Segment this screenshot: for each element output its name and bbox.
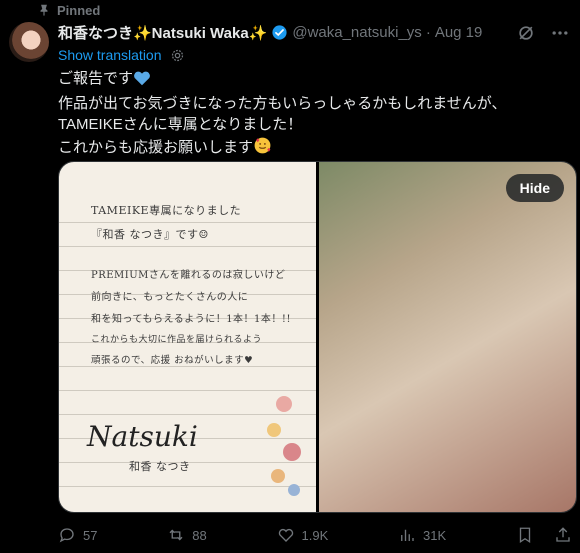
note-line-6: これからも大切に作品を届けられるよう: [91, 335, 263, 345]
signature-kana: 和香 なつき: [129, 460, 191, 473]
handle[interactable]: @waka_natsuki_ys: [292, 24, 421, 41]
pinned-indicator: Pinned: [37, 2, 100, 18]
note-line-5: 和を知ってもらえるように！1本！1本！!!: [91, 314, 291, 325]
settings-gear-icon[interactable]: [170, 48, 185, 63]
note-line-2: 『和香 なつき』です☺: [91, 228, 209, 241]
translation-row: Show translation: [58, 47, 185, 63]
views-chart-icon: [401, 529, 414, 541]
signature: Natsuki: [87, 420, 198, 453]
blue-heart-icon: [133, 70, 151, 93]
like-button[interactable]: 1.9K: [277, 526, 329, 544]
action-bar: 57 88 1.9K 31K: [58, 524, 572, 546]
floral-decoration-icon: [267, 396, 301, 496]
post-line-4: これからも応援お願いします: [58, 138, 254, 156]
post-header: 和香なつき✨Natsuki Waka✨ @waka_natsuki_ys · A…: [58, 22, 540, 42]
photo-image[interactable]: Hide: [319, 162, 576, 512]
note-line-7: 頑張るので、応援 おねがいします♥: [91, 355, 254, 366]
reply-button[interactable]: 57: [58, 526, 97, 544]
reply-icon: [59, 528, 74, 543]
post-line-1: ご報告です: [58, 70, 134, 87]
view-count: 31K: [423, 527, 447, 543]
post-text: ご報告です 作品が出てお気づきになった方もいらっしゃるかもしれませんが、 TAM…: [58, 68, 568, 161]
separator: ·: [425, 23, 431, 41]
views-button[interactable]: 31K: [398, 526, 446, 544]
share-icon[interactable]: [554, 526, 572, 544]
post-line-2: 作品が出てお気づきになった方もいらっしゃるかもしれませんが、: [58, 94, 507, 112]
more-options-icon[interactable]: [548, 23, 572, 43]
verified-badge-icon[interactable]: [271, 24, 288, 41]
note-line-1: TAMEIKE専属になりました: [91, 204, 242, 217]
post-date[interactable]: Aug 19: [435, 24, 483, 41]
like-count: 1.9K: [301, 527, 329, 543]
show-translation-link[interactable]: Show translation: [58, 47, 162, 63]
note-line-4: 前向きに、もっとたくさんの人に: [91, 292, 249, 303]
display-name[interactable]: 和香なつき✨Natsuki Waka✨: [58, 22, 267, 43]
hide-media-button[interactable]: Hide: [505, 174, 564, 202]
repost-icon: [169, 529, 183, 541]
repost-count: 88: [192, 527, 207, 543]
repost-button[interactable]: 88: [167, 526, 207, 544]
avatar[interactable]: [9, 22, 49, 62]
smiling-face-with-hearts-icon: [253, 136, 272, 162]
media-grid: TAMEIKE専属になりました 『和香 なつき』です☺ PREMIUMさんを離れ…: [58, 161, 577, 513]
grok-icon[interactable]: [516, 23, 536, 43]
handwritten-note-image[interactable]: TAMEIKE専属になりました 『和香 なつき』です☺ PREMIUMさんを離れ…: [59, 162, 316, 512]
action-bar-right: [516, 526, 572, 544]
pin-icon: [40, 4, 48, 16]
reply-count: 57: [83, 527, 98, 543]
note-line-3: PREMIUMさんを離れるのは寂しいけど: [91, 270, 286, 281]
bookmark-icon[interactable]: [516, 526, 534, 544]
heart-icon: [278, 528, 293, 542]
pinned-label: Pinned: [57, 2, 101, 18]
post-line-3: TAMEIKEさんに専属となりました！: [58, 116, 303, 133]
